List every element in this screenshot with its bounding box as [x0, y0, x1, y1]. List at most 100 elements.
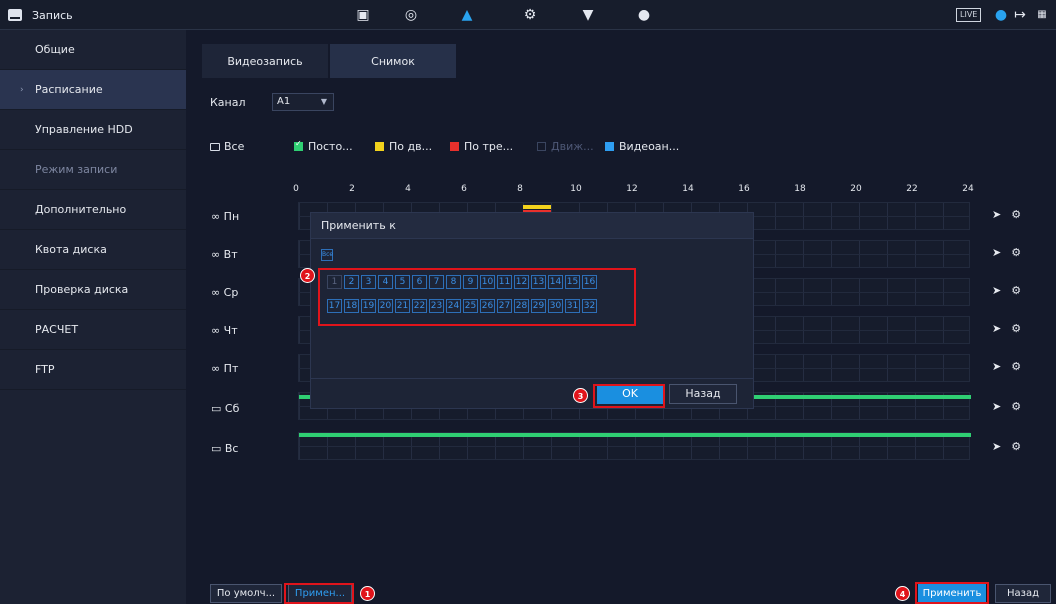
channel-checkbox[interactable]: 11	[497, 275, 512, 289]
channel-checkbox[interactable]: 20	[378, 299, 393, 313]
channel-checkbox[interactable]: 19	[361, 299, 376, 313]
back-button[interactable]: Назад	[995, 584, 1051, 603]
tick-label: 22	[906, 184, 918, 194]
legend-swatch	[605, 142, 614, 151]
edit-icon[interactable]: ➤	[992, 246, 1001, 259]
channel-checkbox[interactable]: 12	[514, 275, 529, 289]
edit-icon[interactable]: ➤	[992, 440, 1001, 453]
channel-checkbox[interactable]: 24	[446, 299, 461, 313]
legend-item-alarm[interactable]: По тре...	[450, 140, 513, 153]
select-all-checkbox[interactable]: Все	[210, 140, 244, 153]
channel-checkbox[interactable]: 9	[463, 275, 478, 289]
day-name: Пн	[223, 210, 240, 223]
channel-checkbox[interactable]: 2	[344, 275, 359, 289]
step-marker-1: 1	[360, 586, 375, 601]
channel-checkbox[interactable]: 7	[429, 275, 444, 289]
tab-video-recording[interactable]: Видеозапись	[202, 44, 328, 78]
sidebar-item-record-mode[interactable]: Режим записи	[0, 150, 186, 190]
channel-checkbox[interactable]: 18	[344, 299, 359, 313]
storage-icon[interactable]: ▲	[459, 7, 475, 23]
gear-icon[interactable]: ⚙	[1011, 360, 1021, 373]
link-icon: ∞	[211, 248, 224, 261]
channel-checkbox[interactable]: 22	[412, 299, 427, 313]
channel-checkbox[interactable]: 15	[565, 275, 580, 289]
legend-item-continuous[interactable]: Посто...	[294, 139, 353, 153]
security-icon[interactable]: ▼	[580, 7, 596, 23]
channel-checkbox[interactable]: 14	[548, 275, 563, 289]
day-label-fri: ∞ Пт	[211, 362, 238, 375]
channel-checkbox[interactable]: 29	[531, 299, 546, 313]
network-icon[interactable]: ◎	[403, 7, 419, 23]
channel-checkbox[interactable]: 3	[361, 275, 376, 289]
copy-to-button[interactable]: Примен...	[288, 584, 352, 603]
channel-checkbox[interactable]: 31	[565, 299, 580, 313]
channel-checkbox[interactable]: 5	[395, 275, 410, 289]
edit-icon[interactable]: ➤	[992, 400, 1001, 413]
sidebar-item-schedule[interactable]: › Расписание	[0, 70, 186, 110]
sidebar-item-label: Дополнительно	[35, 203, 127, 216]
sidebar-item-disk-check[interactable]: Проверка диска	[0, 270, 186, 310]
select-all-channels[interactable]: Все	[321, 249, 333, 261]
channel-checkbox[interactable]: 27	[497, 299, 512, 313]
channel-checkbox[interactable]: 28	[514, 299, 529, 313]
edit-icon[interactable]: ➤	[992, 284, 1001, 297]
schedule-row-sun[interactable]	[298, 432, 971, 460]
day-name: Вт	[223, 248, 238, 261]
row-tools-sun: ➤ ⚙	[992, 440, 1021, 453]
camera-icon[interactable]: ▣	[355, 7, 371, 23]
dialog-back-button[interactable]: Назад	[669, 384, 737, 404]
apply-button[interactable]: Применить	[918, 584, 986, 603]
legend-item-video-analytics[interactable]: Видеоан...	[605, 140, 679, 153]
sidebar-item-calculation[interactable]: РАСЧЕТ	[0, 310, 186, 350]
channel-select[interactable]: A1 ▼	[272, 93, 334, 111]
channel-checkbox[interactable]: 16	[582, 275, 597, 289]
logout-icon[interactable]: ↦	[1012, 7, 1028, 23]
channel-checkbox[interactable]: 4	[378, 275, 393, 289]
gear-icon[interactable]: ⚙	[1011, 400, 1021, 413]
gear-icon[interactable]: ⚙	[1011, 322, 1021, 335]
settings-icon[interactable]: ⚙	[522, 7, 538, 23]
channel-checkbox[interactable]: 10	[480, 275, 495, 289]
edit-icon[interactable]: ➤	[992, 360, 1001, 373]
sidebar-item-disk-quota[interactable]: Квота диска	[0, 230, 186, 270]
tick-label: 14	[682, 184, 694, 194]
tab-snapshot[interactable]: Снимок	[330, 44, 456, 78]
channel-checkbox[interactable]: 13	[531, 275, 546, 289]
gear-icon[interactable]: ⚙	[1011, 246, 1021, 259]
tick-label: 0	[293, 184, 299, 194]
channel-checkbox[interactable]: 26	[480, 299, 495, 313]
channel-checkbox[interactable]: 6	[412, 275, 427, 289]
edit-icon[interactable]: ➤	[992, 208, 1001, 221]
gear-icon[interactable]: ⚙	[1011, 284, 1021, 297]
day-label-wed: ∞ Ср	[211, 286, 238, 299]
edit-icon[interactable]: ➤	[992, 322, 1001, 335]
default-button[interactable]: По умолч...	[210, 584, 282, 603]
channel-checkbox[interactable]: 25	[463, 299, 478, 313]
sidebar-item-ftp[interactable]: FTP	[0, 350, 186, 390]
user-icon[interactable]: ●	[993, 7, 1009, 23]
sidebar-item-advanced[interactable]: Дополнительно	[0, 190, 186, 230]
menu-grid-icon[interactable]: ▦	[1034, 7, 1050, 23]
channel-checkbox[interactable]: 21	[395, 299, 410, 313]
gear-icon[interactable]: ⚙	[1011, 208, 1021, 221]
channel-checkbox[interactable]: 23	[429, 299, 444, 313]
day-label-thu: ∞ Чт	[211, 324, 238, 337]
live-button[interactable]: LIVE	[956, 8, 982, 22]
channel-label: Канал	[210, 96, 246, 109]
legend-item-motion[interactable]: По дв...	[375, 140, 432, 153]
legend-item-motion-alarm[interactable]: Движ...	[537, 140, 594, 153]
row-tools-thu: ➤ ⚙	[992, 322, 1021, 335]
step-marker-4: 4	[895, 586, 910, 601]
sidebar-item-hdd-management[interactable]: Управление HDD	[0, 110, 186, 150]
channel-checkbox[interactable]: 17	[327, 299, 342, 313]
gear-icon[interactable]: ⚙	[1011, 440, 1021, 453]
day-name: Пт	[223, 362, 239, 375]
sidebar-item-general[interactable]: Общие	[0, 30, 186, 70]
channel-checkbox[interactable]: 32	[582, 299, 597, 313]
channel-checkbox[interactable]: 1	[327, 275, 342, 289]
select-all-label: Все	[224, 140, 245, 153]
account-icon[interactable]: ●	[636, 7, 652, 23]
channel-checkbox[interactable]: 30	[548, 299, 563, 313]
ok-button[interactable]: OK	[597, 384, 663, 404]
channel-checkbox[interactable]: 8	[446, 275, 461, 289]
